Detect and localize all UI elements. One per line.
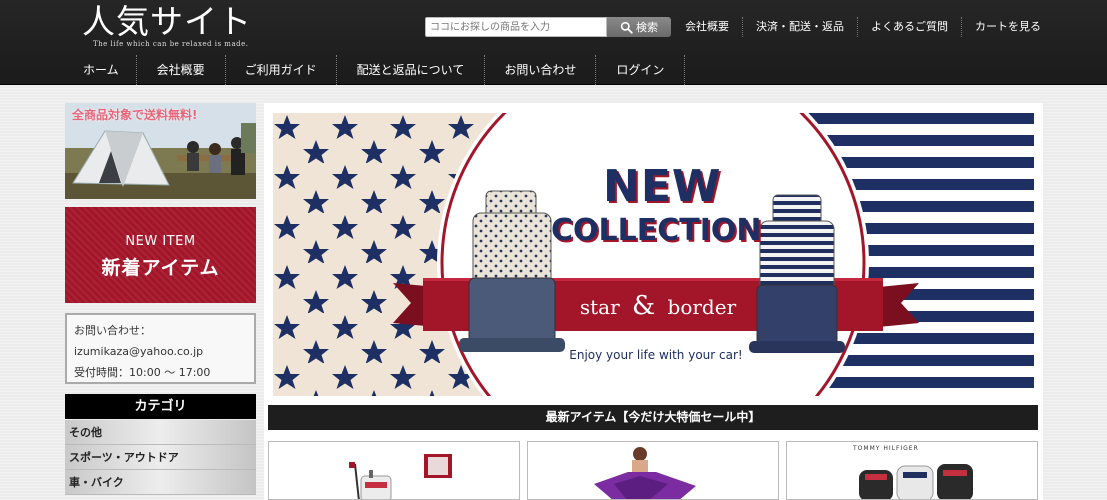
new-item-en: NEW ITEM <box>125 234 196 249</box>
main-nav: ホーム 会社概要 ご利用ガイド 配送と返品について お問い合わせ ログイン <box>66 55 686 85</box>
logo-subtitle: The life which can be relaxed is made. <box>93 40 249 48</box>
contact-label: お問い合わせ： <box>74 324 151 337</box>
new-item-banner[interactable]: NEW ITEM 新着アイテム <box>65 207 256 303</box>
hero-ribbon-text: star & border <box>573 291 743 321</box>
product-card[interactable] <box>268 441 520 500</box>
category-item-other[interactable]: その他 <box>65 420 256 445</box>
product-card[interactable] <box>527 441 779 500</box>
contact-hours: 受付時間：10:00 〜 17:00 <box>74 366 211 379</box>
contact-email[interactable]: izumikaza@yahoo.co.jp <box>74 341 247 362</box>
nav-shipping[interactable]: 配送と返品について <box>337 55 486 85</box>
category-item-sports[interactable]: スポーツ・アウトドア <box>65 445 256 470</box>
ribbon-star: star <box>579 295 620 319</box>
ribbon-border: border <box>667 295 737 319</box>
search-button-label: 検索 <box>636 21 658 34</box>
hero-title-collection: COLLECTION <box>551 213 762 248</box>
top-link-payment[interactable]: 決済・配送・返品 <box>742 17 857 37</box>
contact-box: お問い合わせ： izumikaza@yahoo.co.jp 受付時間：10:00… <box>65 313 256 384</box>
ribbon-amp: & <box>632 291 656 321</box>
new-item-ja: 新着アイテム <box>101 257 220 279</box>
costume-image <box>594 447 696 499</box>
free-shipping-banner[interactable]: 全商品対象で送料無料! <box>65 103 256 199</box>
logo-title[interactable]: 人気サイト <box>82 2 252 42</box>
category-list: その他 スポーツ・アウトドア 車・バイク <box>65 420 256 495</box>
hero-title-new: NEW <box>603 161 722 212</box>
top-links: 会社概要 決済・配送・返品 よくあるご質問 カートを見る <box>672 17 1054 37</box>
nav-home[interactable]: ホーム <box>66 55 137 85</box>
hero-banner[interactable]: NEW COLLECTION star & border Enjoy your … <box>273 113 1034 396</box>
nav-guide[interactable]: ご利用ガイド <box>226 55 337 85</box>
nav-login[interactable]: ログイン <box>596 55 686 85</box>
site-header: 人気サイト The life which can be relaxed is m… <box>0 0 1107 85</box>
product-brand-label: TOMMY HILFIGER <box>853 445 919 452</box>
product-card[interactable]: TOMMY HILFIGER <box>786 441 1038 500</box>
top-link-cart[interactable]: カートを見る <box>961 17 1054 37</box>
golf-bag-image <box>349 454 452 499</box>
hero-tagline: Enjoy your life with your car! <box>569 348 743 362</box>
search-input[interactable] <box>425 17 607 37</box>
category-item-car[interactable]: 車・バイク <box>65 470 256 495</box>
category-title: カテゴリ <box>65 394 256 419</box>
search-icon <box>620 21 633 34</box>
top-link-company[interactable]: 会社概要 <box>672 17 742 37</box>
top-link-faq[interactable]: よくあるご質問 <box>857 17 961 37</box>
nav-contact[interactable]: お問い合わせ <box>485 55 597 85</box>
nav-company[interactable]: 会社概要 <box>137 55 226 85</box>
free-shipping-text: 全商品対象で送料無料! <box>72 108 198 122</box>
search-button[interactable]: 検索 <box>607 17 671 37</box>
section-title: 最新アイテム【今だけ大特価セール中】 <box>268 405 1038 430</box>
